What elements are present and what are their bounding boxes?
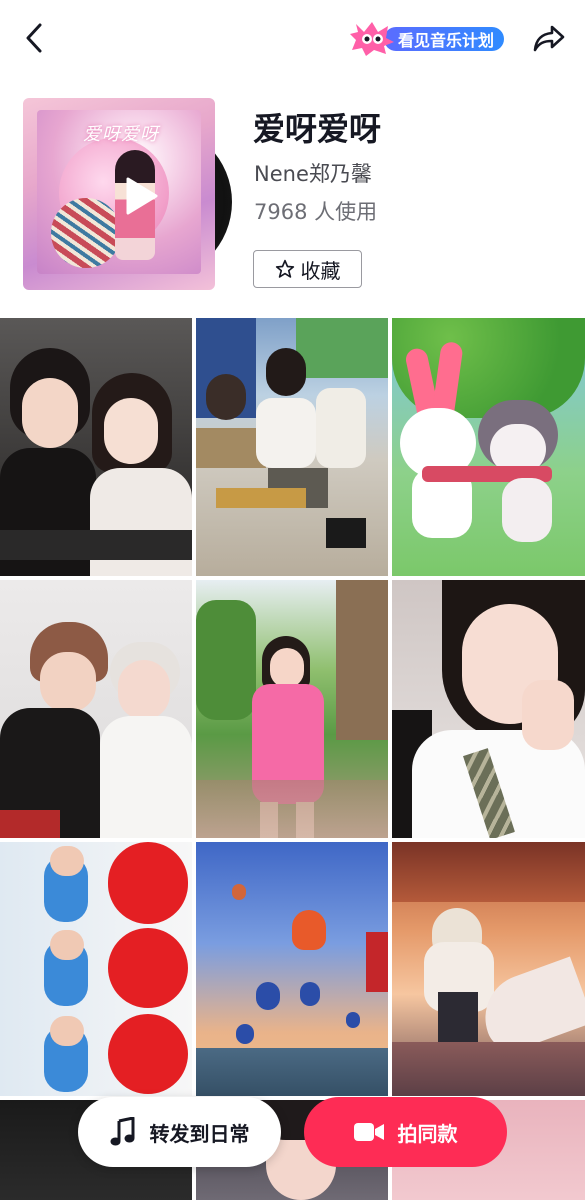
video-grid xyxy=(0,318,585,1200)
usage-count: 7968 人使用 xyxy=(254,200,378,224)
cover-yarn-ball xyxy=(51,198,121,268)
share-arrow-icon xyxy=(533,25,565,52)
cover-title-art: 爱呀爱呀 xyxy=(83,124,159,145)
share-button[interactable] xyxy=(529,20,569,56)
star-icon xyxy=(275,259,294,278)
album-cover[interactable]: 爱呀爱呀 xyxy=(23,98,215,290)
artist-name[interactable]: Nene郑乃馨 xyxy=(254,158,372,188)
music-note-icon xyxy=(110,1117,134,1146)
top-bar: 看见音乐计划 xyxy=(0,0,585,80)
video-tile-4[interactable] xyxy=(0,580,192,838)
video-tile-5[interactable] xyxy=(196,580,388,838)
video-tile-7[interactable] xyxy=(0,842,192,1096)
song-header: 爱呀爱呀 爱呀爱呀 Nene郑乃馨 7968 人使用 收藏 xyxy=(0,92,585,302)
shoot-same-button[interactable]: 拍同款 xyxy=(304,1097,507,1167)
play-icon[interactable] xyxy=(121,176,161,216)
video-tile-2[interactable] xyxy=(196,318,388,576)
music-plan-banner[interactable]: 看见音乐计划 xyxy=(350,22,505,56)
repost-to-daily-button[interactable]: 转发到日常 xyxy=(78,1097,281,1167)
video-camera-icon xyxy=(353,1123,384,1141)
mascot-icon xyxy=(350,22,394,56)
song-title: 爱呀爱呀 xyxy=(253,110,382,148)
shoot-label: 拍同款 xyxy=(397,1121,458,1146)
video-tile-8[interactable] xyxy=(196,842,388,1096)
music-plan-label: 看见音乐计划 xyxy=(384,27,505,51)
back-button[interactable] xyxy=(16,20,52,56)
video-tile-6[interactable] xyxy=(392,580,585,838)
favorite-label: 收藏 xyxy=(300,258,341,283)
video-tile-9[interactable] xyxy=(392,842,585,1096)
video-tile-3[interactable] xyxy=(392,318,585,576)
favorite-button[interactable]: 收藏 xyxy=(253,250,362,288)
repost-label: 转发到日常 xyxy=(149,1121,250,1146)
chevron-left-icon xyxy=(26,23,42,53)
video-tile-1[interactable] xyxy=(0,318,192,576)
